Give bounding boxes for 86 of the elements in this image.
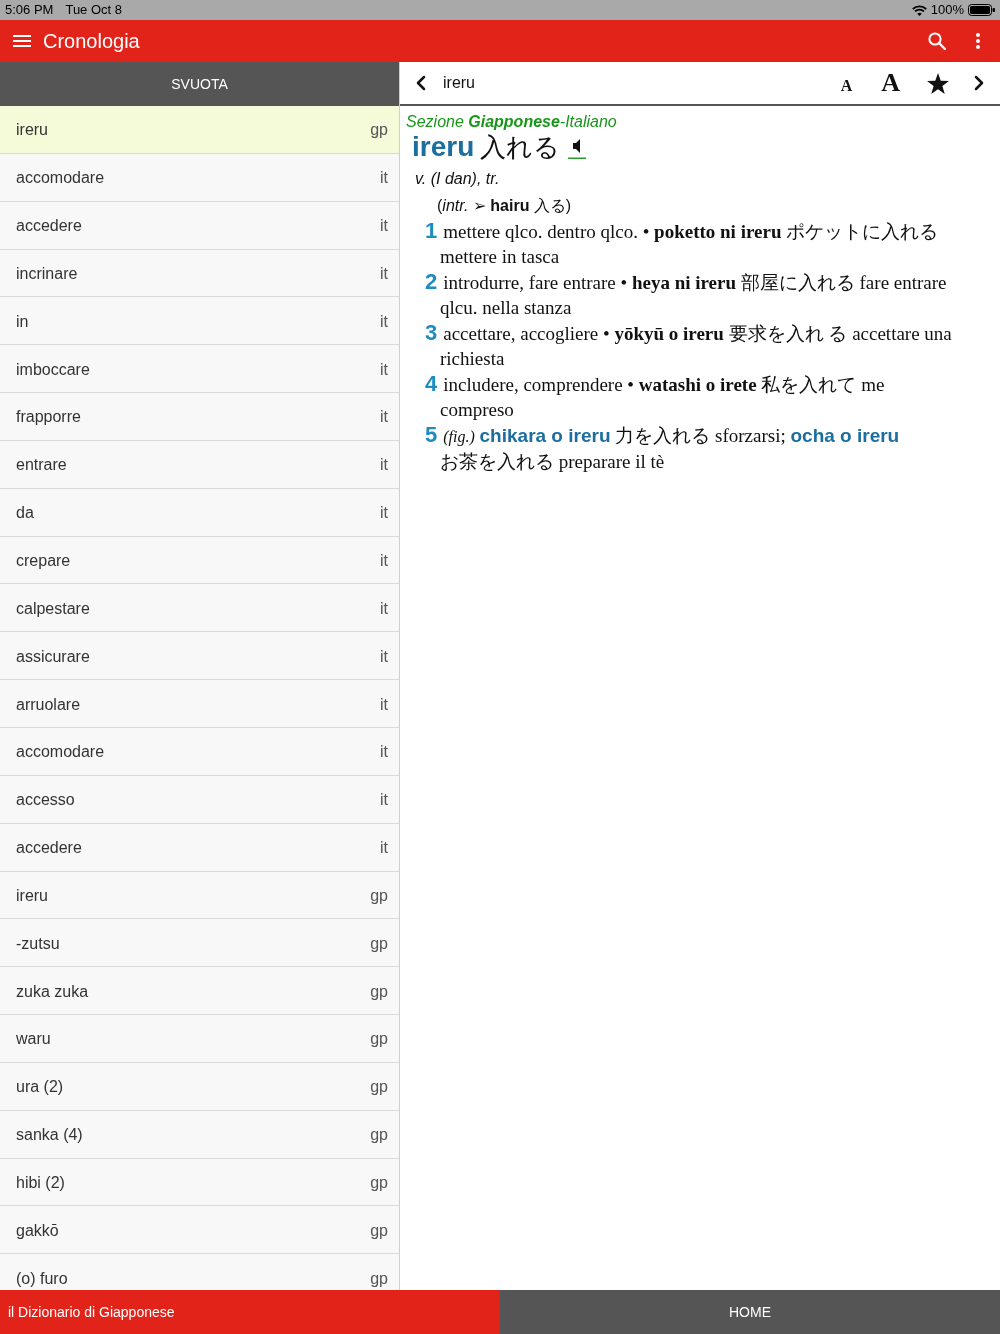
language-code: it <box>380 838 388 859</box>
language-code: gp <box>370 1173 388 1193</box>
star-icon[interactable] <box>927 72 949 94</box>
section-label: Sezione Giapponese-Italiano <box>406 112 618 132</box>
menu-icon[interactable] <box>13 35 31 47</box>
history-word: arruolare <box>16 694 81 715</box>
increase-text-size-button[interactable]: A <box>879 70 902 96</box>
language-code: it <box>380 407 388 428</box>
language-code: gp <box>370 933 388 954</box>
headword: ireru <box>412 132 475 162</box>
language-code: it <box>380 311 388 332</box>
language-code: it <box>380 359 388 380</box>
status-time: 5:06 PM <box>5 1 54 20</box>
back-icon[interactable] <box>416 75 426 91</box>
history-word: assicurare <box>16 646 90 667</box>
battery-icon <box>968 4 995 16</box>
history-word: -zutsu <box>16 933 60 954</box>
history-word: ireru <box>16 120 48 141</box>
app-title: Cronologia <box>43 29 140 54</box>
language-code: it <box>380 216 388 237</box>
language-code: it <box>380 598 388 619</box>
language-code: gp <box>370 120 388 141</box>
cross-reference-link[interactable]: chikara o ireru <box>479 425 611 447</box>
speaker-icon[interactable] <box>568 137 587 160</box>
history-word: da <box>16 503 34 524</box>
history-word: in <box>16 311 29 332</box>
history-word: ura (2) <box>16 1077 64 1098</box>
history-word: accomodare <box>16 168 105 189</box>
history-word: zuka zuka <box>16 981 89 1002</box>
wifi-icon <box>911 4 927 16</box>
history-word: imboccare <box>16 359 90 380</box>
history-word: hibi (2) <box>16 1173 65 1193</box>
language-code: gp <box>370 1077 388 1098</box>
history-word: frapporre <box>16 407 81 428</box>
language-code: gp <box>370 981 388 1002</box>
app-name: il Dizionario di Giapponese <box>8 1302 175 1322</box>
sense-text: 力を入れる sforzarsi; <box>615 425 786 447</box>
language-code: gp <box>370 1220 388 1241</box>
history-word: incrinare <box>16 263 78 284</box>
language-code: gp <box>370 1029 388 1050</box>
history-word: accomodare <box>16 742 105 763</box>
language-code: it <box>380 790 388 811</box>
sense-number: 4 <box>425 371 438 397</box>
history-word: accesso <box>16 790 75 811</box>
related-entry: (intr. ➢ hairu 入る) <box>437 196 573 217</box>
language-code: it <box>380 263 388 284</box>
history-word: calpestare <box>16 598 90 619</box>
history-word: entrare <box>16 455 67 476</box>
history-word: accedere <box>16 838 82 859</box>
history-word: sanka (4) <box>16 1125 83 1146</box>
sense-text: お茶を入れる preparare il tè <box>440 451 665 473</box>
history-word: waru <box>16 1029 51 1050</box>
headword-kanji: 入れる <box>480 134 561 162</box>
language-code: it <box>380 168 388 189</box>
usage-label: (fig.) <box>443 428 475 446</box>
home-button[interactable]: HOME <box>500 1290 1000 1334</box>
history-word: (o) furo <box>16 1268 68 1289</box>
history-word: crepare <box>16 551 71 571</box>
more-options-icon[interactable] <box>976 33 980 49</box>
search-term: ireru <box>443 73 475 93</box>
language-code: it <box>380 551 388 571</box>
battery-percent: 100% <box>930 1 964 20</box>
sense-number: 3 <box>425 320 438 346</box>
cross-reference-link[interactable]: ocha o ireru <box>790 425 900 447</box>
language-code: it <box>380 503 388 524</box>
language-code: it <box>380 742 388 763</box>
language-code: gp <box>370 1125 388 1146</box>
language-code: gp <box>370 1268 388 1289</box>
sense-number: 5 <box>425 422 438 448</box>
history-word: ireru <box>16 885 48 906</box>
decrease-text-size-button[interactable]: A <box>838 78 855 94</box>
language-code: gp <box>370 885 388 906</box>
sense-number: 2 <box>425 269 438 295</box>
forward-icon[interactable] <box>974 75 984 91</box>
search-icon[interactable] <box>928 32 946 50</box>
language-code: it <box>380 455 388 476</box>
grammar-label: v. (I dan), tr. <box>415 169 501 190</box>
history-word: gakkō <box>16 1220 59 1241</box>
sense-text: includere, comprendere • watashi o irete 私を入れて me compreso <box>440 374 885 421</box>
history-word: accedere <box>16 216 82 237</box>
language-code: it <box>380 694 388 715</box>
clear-history-button[interactable]: SVUOTA <box>0 62 399 106</box>
sense-number: 1 <box>425 218 438 244</box>
history-item[interactable]: ireru gp <box>0 106 399 154</box>
language-code: it <box>380 646 388 667</box>
status-date: Tue Oct 8 <box>65 1 123 20</box>
